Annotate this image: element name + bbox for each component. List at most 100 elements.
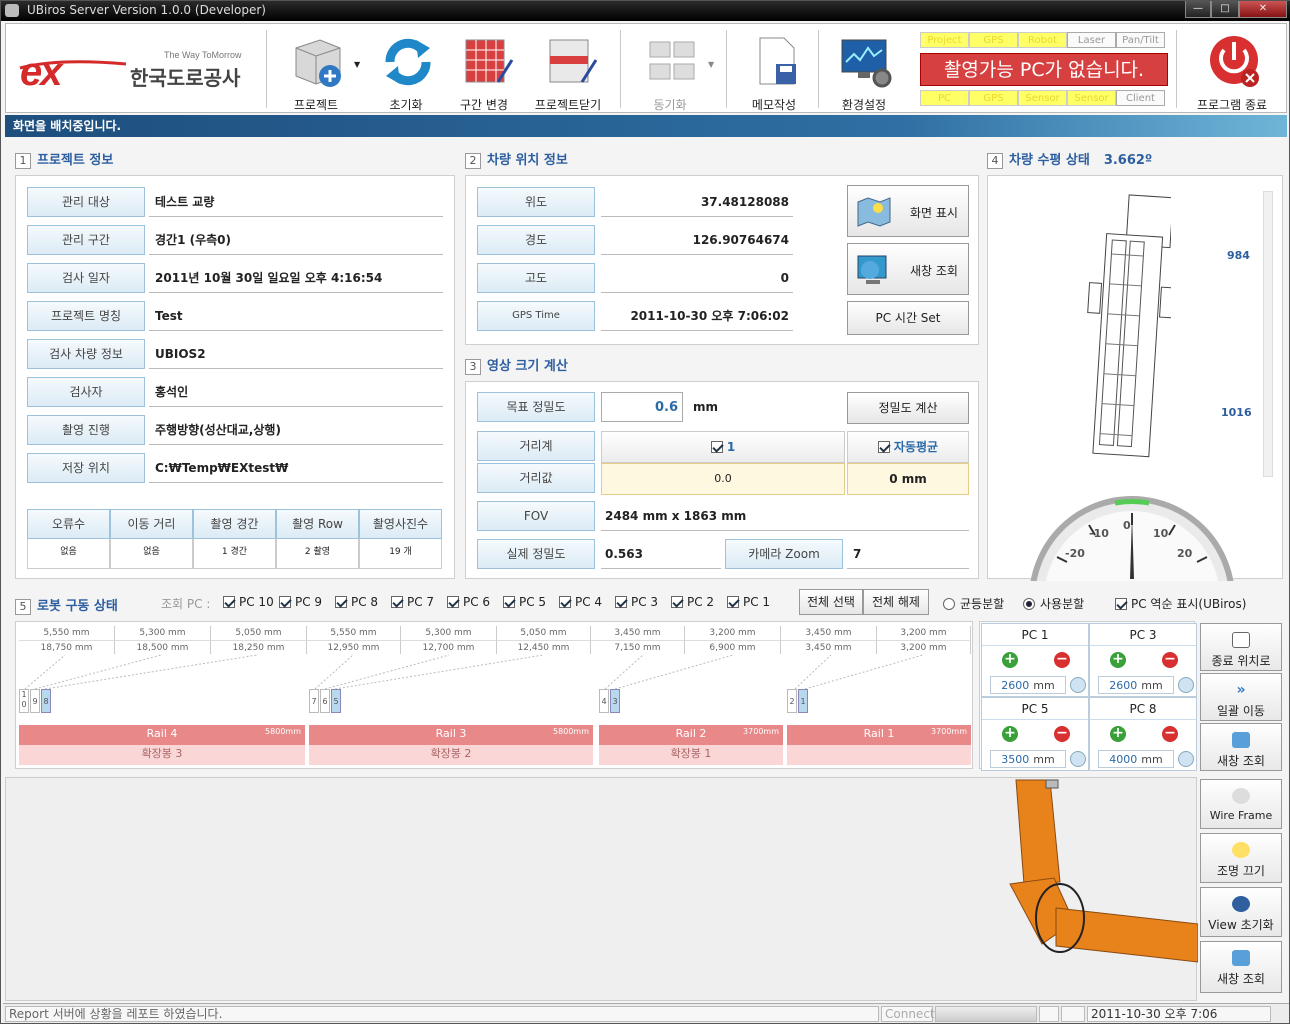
maximize-button[interactable]: □ (1211, 1, 1239, 18)
project-close-label: 프로젝트닫기 (534, 98, 602, 112)
project-label: 프로젝트 (293, 98, 339, 112)
gauge-tick-0: 0 (1123, 519, 1131, 532)
position-value: 2011-10-30 오후 7:06:02 (601, 301, 793, 331)
select-all-button[interactable]: 전체 선택 (799, 589, 863, 615)
rail-name: Rail 1 (863, 727, 895, 740)
check-icon (671, 596, 683, 608)
rail-name: Rail 4 (146, 727, 178, 740)
field-label: 검사 차량 정보 (27, 339, 145, 369)
status-bar: Report 서버에 상황을 레포트 하였습니다. Connect 2011-1… (3, 1003, 1289, 1023)
plus-icon[interactable]: + (1110, 652, 1126, 668)
pc-time-set-button[interactable]: PC 시간 Set (847, 301, 969, 335)
pc-mm-input[interactable]: 2600 mm (1098, 676, 1174, 694)
project-close-button[interactable]: 프로젝트닫기 (528, 30, 608, 112)
fast-forward-icon: » (1236, 682, 1246, 698)
progress-bar (935, 1006, 1037, 1022)
new-window-query-button[interactable]: 새창 조회 (1200, 723, 1282, 771)
settings-button[interactable]: 환경설정 (824, 30, 904, 112)
check-icon (391, 596, 403, 608)
minus-icon[interactable]: − (1054, 726, 1070, 742)
minus-icon[interactable]: − (1162, 652, 1178, 668)
project-button[interactable]: 프로젝트 (276, 30, 356, 112)
window-title: UBiros Server Version 1.0.0 (Developer) (27, 3, 266, 17)
pc-checkbox[interactable]: PC 2 (671, 595, 714, 609)
project-dropdown-icon[interactable]: ▼ (354, 60, 360, 69)
rangefinder-checkbox[interactable]: 1 (601, 431, 845, 463)
wireframe-button[interactable]: Wire Frame (1200, 779, 1282, 829)
status-gps2: GPS (969, 90, 1018, 106)
go-icon[interactable] (1178, 751, 1194, 767)
target-precision-input[interactable]: 0.6 (601, 392, 683, 422)
pc-checkbox[interactable]: PC 4 (559, 595, 602, 609)
view-reset-button[interactable]: View 초기화 (1200, 887, 1282, 937)
equal-split-radio[interactable]: 균등분할 (943, 595, 1004, 612)
pc-mm-input[interactable]: 3500 mm (990, 750, 1066, 768)
3d-view-area[interactable] (5, 777, 1199, 1001)
section-change-button[interactable]: 구간 변경 (444, 30, 524, 112)
field-value: UBIOS2 (149, 339, 443, 369)
bulb-icon (1232, 842, 1250, 858)
pc-checkbox[interactable]: PC 3 (615, 595, 658, 609)
gauge-tick-20: 20 (1177, 547, 1193, 560)
summary-value: 없음 (27, 539, 110, 569)
pc-checkbox[interactable]: PC 10 (223, 595, 274, 609)
deselect-all-button[interactable]: 전체 해제 (863, 589, 929, 615)
field-value: 홍석인 (149, 377, 443, 407)
pc-checkbox[interactable]: PC 9 (279, 595, 322, 609)
end-position-button[interactable]: 종료 위치로 (1200, 623, 1282, 671)
plus-icon[interactable]: + (1002, 726, 1018, 742)
pc-checkbox[interactable]: PC 6 (447, 595, 490, 609)
status-project: Project (920, 32, 969, 48)
new-window-button[interactable]: 새창 조회 (847, 243, 969, 295)
pc-checkbox-label: PC 9 (295, 595, 323, 609)
batch-move-button[interactable]: » 일괄 이동 (1200, 673, 1282, 721)
rangefinder-check-icon (710, 441, 723, 453)
new-window-query2-button[interactable]: 새창 조회 (1200, 941, 1282, 993)
pc-mm-input[interactable]: 2600 mm (990, 676, 1066, 694)
user-split-radio[interactable]: 사용분할 (1023, 595, 1084, 612)
pc-reverse-checkbox[interactable]: PC 역순 표시(UBiros) (1115, 595, 1246, 612)
memo-button[interactable]: 메모작성 (734, 30, 814, 112)
field-label: 저장 위치 (27, 453, 145, 483)
pc-mm-input[interactable]: 4000 mm (1098, 750, 1174, 768)
auto-average-checkbox[interactable]: 자동평균 (847, 431, 969, 463)
precision-calc-button[interactable]: 정밀도 계산 (847, 392, 969, 424)
field-value: Test (149, 301, 443, 331)
level-mark-984: 984 (1227, 249, 1250, 262)
extension-bar (787, 745, 971, 765)
sync-button[interactable]: 동기화 (630, 30, 710, 112)
field-label: 검사 일자 (27, 263, 145, 293)
plus-icon[interactable]: + (1002, 652, 1018, 668)
pc-control-name: PC 8 (1090, 698, 1196, 720)
plus-icon[interactable]: + (1110, 726, 1126, 742)
reset-button[interactable]: 초기화 (366, 30, 446, 112)
summary-header: 촬영 Row (276, 509, 359, 539)
light-off-button[interactable]: 조명 끄기 (1200, 833, 1282, 883)
close-button[interactable]: ✕ (1239, 1, 1287, 18)
check-icon (335, 596, 347, 608)
power-icon (1206, 34, 1259, 87)
minimize-button[interactable]: — (1185, 1, 1211, 18)
pc-checkbox[interactable]: PC 7 (391, 595, 434, 609)
minus-icon[interactable]: − (1162, 726, 1178, 742)
pc-checkbox[interactable]: PC 1 (727, 595, 770, 609)
exit-program-button[interactable]: 프로그램 종료 (1190, 30, 1274, 112)
field-label: 촬영 진행 (27, 415, 145, 445)
section1-header: 1 프로젝트 정보 (15, 149, 113, 169)
go-icon[interactable] (1070, 677, 1086, 693)
settings-label: 환경설정 (841, 98, 887, 112)
pc-checkbox[interactable]: PC 8 (335, 595, 378, 609)
memo-icon (748, 34, 800, 86)
toolbar: ex The Way ToMorrow 한국도로공사 프로젝트 ▼ 초기화 구간… (5, 23, 1287, 113)
minus-icon[interactable]: − (1054, 652, 1070, 668)
gauge-tick-minus20: -20 (1065, 547, 1085, 560)
level-scrollbar[interactable] (1263, 191, 1273, 477)
sync-dropdown-icon[interactable]: ▼ (708, 60, 714, 69)
pc-checkbox[interactable]: PC 5 (503, 595, 546, 609)
go-icon[interactable] (1070, 751, 1086, 767)
distance-value: 0.0 (601, 463, 845, 495)
equal-split-radio-icon (943, 598, 955, 610)
section3-header: 3 영상 크기 계산 (465, 355, 568, 375)
display-button[interactable]: 화면 표시 (847, 185, 969, 237)
go-icon[interactable] (1178, 677, 1194, 693)
